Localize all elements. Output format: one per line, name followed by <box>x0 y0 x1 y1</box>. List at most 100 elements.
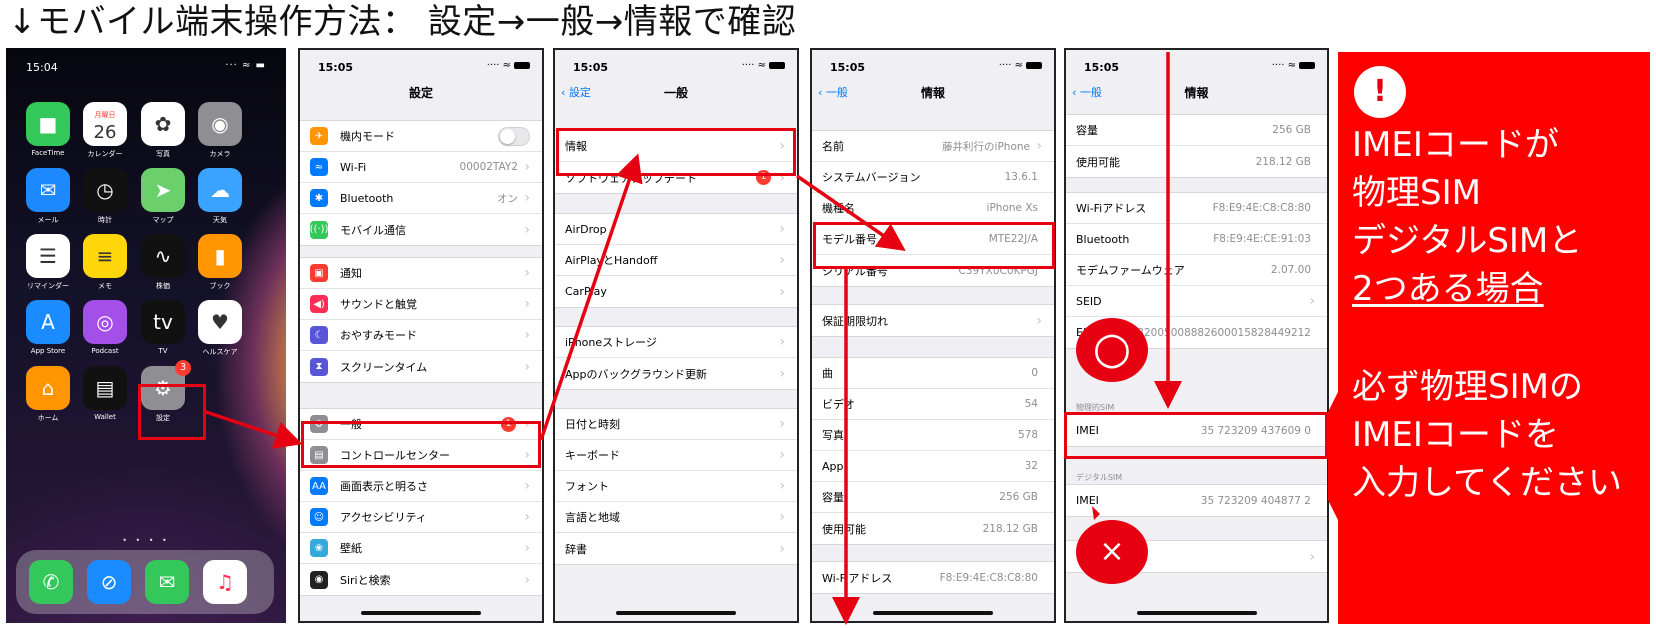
row-seid[interactable]: SEID › <box>1066 286 1327 317</box>
row-setting[interactable]: ☾ おやすみモード › <box>300 320 542 351</box>
row-setting[interactable]: キーボード › <box>555 440 797 471</box>
digital-imei-row[interactable]: IMEI 35 723209 404877 2 <box>1066 485 1327 516</box>
row-label: 使用可能 <box>822 522 866 536</box>
row-iphone[interactable]: iPhoneストレージ › <box>555 327 797 358</box>
app-icon-1[interactable]: 月曜日 26 カレンダー <box>80 102 130 159</box>
airplane-toggle[interactable] <box>498 126 530 146</box>
row-airdrop[interactable]: AirDrop › <box>555 214 797 245</box>
row-setting[interactable]: 機種名 iPhone Xs <box>812 193 1054 224</box>
dock-app-1[interactable]: ⊘ <box>84 560 134 604</box>
chevron-right-icon: › <box>779 478 785 494</box>
notice-line: 物理SIM <box>1352 173 1481 213</box>
app-facetime[interactable]: ■ FaceTime <box>23 102 73 157</box>
app-icon-7[interactable]: ☁ 天気 <box>195 168 245 225</box>
row-wi-fi[interactable]: Wi-Fiアドレス F8:E9:4E:C8:C8:80 <box>1066 193 1327 224</box>
row-setting[interactable]: ☺ アクセシビリティ › <box>300 502 542 533</box>
app-icon-5[interactable]: ◷ 時計 <box>80 168 130 225</box>
row-setting[interactable]: フォント › <box>555 471 797 502</box>
row-label: 保証期限切れ <box>822 314 888 328</box>
row-app[interactable]: App 32 <box>812 451 1054 482</box>
app-icon-15[interactable]: ♥ ヘルスケア <box>195 300 245 357</box>
row-carplay[interactable]: CarPlay › <box>555 276 797 307</box>
app-app-store[interactable]: A App Store <box>23 300 73 355</box>
app-icon-8[interactable]: ☰ リマインダー <box>23 234 73 291</box>
dock-app-3[interactable]: ♫ <box>200 560 250 604</box>
row-wi-fi[interactable]: Wi-Fiアドレス F8:E9:4E:C8:C8:80 <box>812 562 1054 593</box>
row-setting[interactable]: ビデオ 54 <box>812 389 1054 420</box>
chevron-right-icon: › <box>524 571 530 588</box>
app-tv[interactable]: tv TV <box>138 300 188 355</box>
row-setting[interactable]: ◀) サウンドと触覚 › <box>300 289 542 320</box>
app-label: メール <box>37 216 59 224</box>
app-icon-4[interactable]: ✉ メール <box>23 168 73 225</box>
row-setting[interactable]: 容量 256 GB <box>812 482 1054 513</box>
notice-line: 必ず物理SIMの <box>1352 367 1583 407</box>
row-siri[interactable]: ◉ Siriと検索 › <box>300 564 542 595</box>
app-icon-6[interactable]: ➤ マップ <box>138 168 188 225</box>
row-label: App <box>822 459 844 473</box>
row-setting[interactable]: モデムファームウェア 2.07.00 <box>1066 255 1327 286</box>
settings-icon: ⧗ <box>310 357 328 376</box>
app-icon-11[interactable]: ▮ ブック <box>195 234 245 291</box>
row-setting[interactable]: 写真 578 <box>812 420 1054 451</box>
row-wi-fi[interactable]: ≈ Wi-Fi 00002TAY2 › <box>300 152 542 183</box>
row-label: スクリーンタイム <box>340 360 428 374</box>
row-setting[interactable]: ❀ 壁紙 › <box>300 533 542 564</box>
row-app[interactable]: Appのバックグラウンド更新 › <box>555 358 797 389</box>
row-setting[interactable]: ✈ 機内モード <box>300 121 542 152</box>
row-value: 0 <box>1031 367 1038 379</box>
row-airplay-handoff[interactable]: AirPlayとHandoff › <box>555 245 797 276</box>
notice-line: IMEIコードを <box>1352 415 1559 455</box>
row-setting[interactable]: ((·)) モバイル通信 › <box>300 214 542 245</box>
dock-app-icon: ⊘ <box>87 560 131 604</box>
back-button[interactable]: ‹ 一般 <box>818 84 848 100</box>
row-setting[interactable]: 保証期限切れ › <box>812 305 1054 336</box>
chevron-right-icon: › <box>524 478 530 494</box>
settings-screen: 15:05 ···· ≈ 設定 ✈ 機内モード ≈ Wi-Fi 00002TAY2 › ✱ Bl… <box>298 48 544 623</box>
row-label: 曲 <box>822 367 833 380</box>
app-icon: ◎ <box>83 300 127 344</box>
row-setting[interactable]: 曲0 <box>812 358 1054 389</box>
back-button[interactable]: ‹ 一般 <box>1072 84 1102 100</box>
row-bluetooth[interactable]: Bluetooth F8:E9:4E:CE:91:03 <box>1066 224 1327 255</box>
row-setting[interactable]: 辞書 › <box>555 533 797 564</box>
app-icon-3[interactable]: ◉ カメラ <box>195 102 245 159</box>
row-setting[interactable]: ⧗ スクリーンタイム › <box>300 351 542 382</box>
row-setting[interactable]: 使用可能 218.12 GB <box>812 513 1054 544</box>
app-icon: ☁ <box>198 168 242 212</box>
row-value: 218.12 GB <box>1255 155 1311 168</box>
circle-icon: ○ <box>1092 323 1132 374</box>
row-label: 壁紙 <box>340 542 362 555</box>
row-setting[interactable]: 使用可能 218.12 GB <box>1066 146 1327 177</box>
info-row-highlight <box>556 128 796 176</box>
nav-title: 情報 <box>920 86 945 100</box>
settings-icon: ▣ <box>310 264 328 282</box>
chevron-right-icon: › <box>524 358 530 375</box>
row-value: F8:E9:4E:CE:91:03 <box>1213 233 1311 245</box>
app-icon-10[interactable]: ∿ 株価 <box>138 234 188 291</box>
row-bluetooth[interactable]: ✱ Bluetooth オン › <box>300 183 542 214</box>
settings-icon: ◀) <box>310 295 328 313</box>
row-setting[interactable]: ▣ 通知 › <box>300 258 542 289</box>
row-setting[interactable]: システムバージョン 13.6.1 <box>812 162 1054 193</box>
chevron-right-icon: › <box>779 221 785 237</box>
row-value: 256 GB <box>999 491 1038 503</box>
row-setting[interactable]: 容量 256 GB <box>1066 115 1327 146</box>
row-label: キーボード <box>565 449 620 462</box>
dock-app-0[interactable]: ✆ <box>26 560 76 604</box>
app-icon-16[interactable]: ⌂ ホーム <box>23 366 73 423</box>
app-podcast[interactable]: ◎ Podcast <box>80 300 130 355</box>
back-button[interactable]: ‹ 設定 <box>561 84 591 100</box>
row-setting[interactable]: 名前 藤井利行のiPhone › <box>812 131 1054 162</box>
row-setting[interactable]: 日付と時刻 › <box>555 409 797 440</box>
row-label: モデムファームウェア <box>1076 264 1185 277</box>
notice-line: デジタルSIMと <box>1352 221 1583 261</box>
app-icon-9[interactable]: ≡ メモ <box>80 234 130 291</box>
app-icon-2[interactable]: ✿ 写真 <box>138 102 188 159</box>
row-setting[interactable]: AA 画面表示と明るさ › <box>300 471 542 502</box>
dock-app-2[interactable]: ✉ <box>142 560 192 604</box>
app-icon: ◷ <box>83 168 127 212</box>
app-wallet[interactable]: ▤ Wallet <box>80 366 130 421</box>
app-label: 時計 <box>98 216 112 224</box>
row-setting[interactable]: 言語と地域 › <box>555 502 797 533</box>
